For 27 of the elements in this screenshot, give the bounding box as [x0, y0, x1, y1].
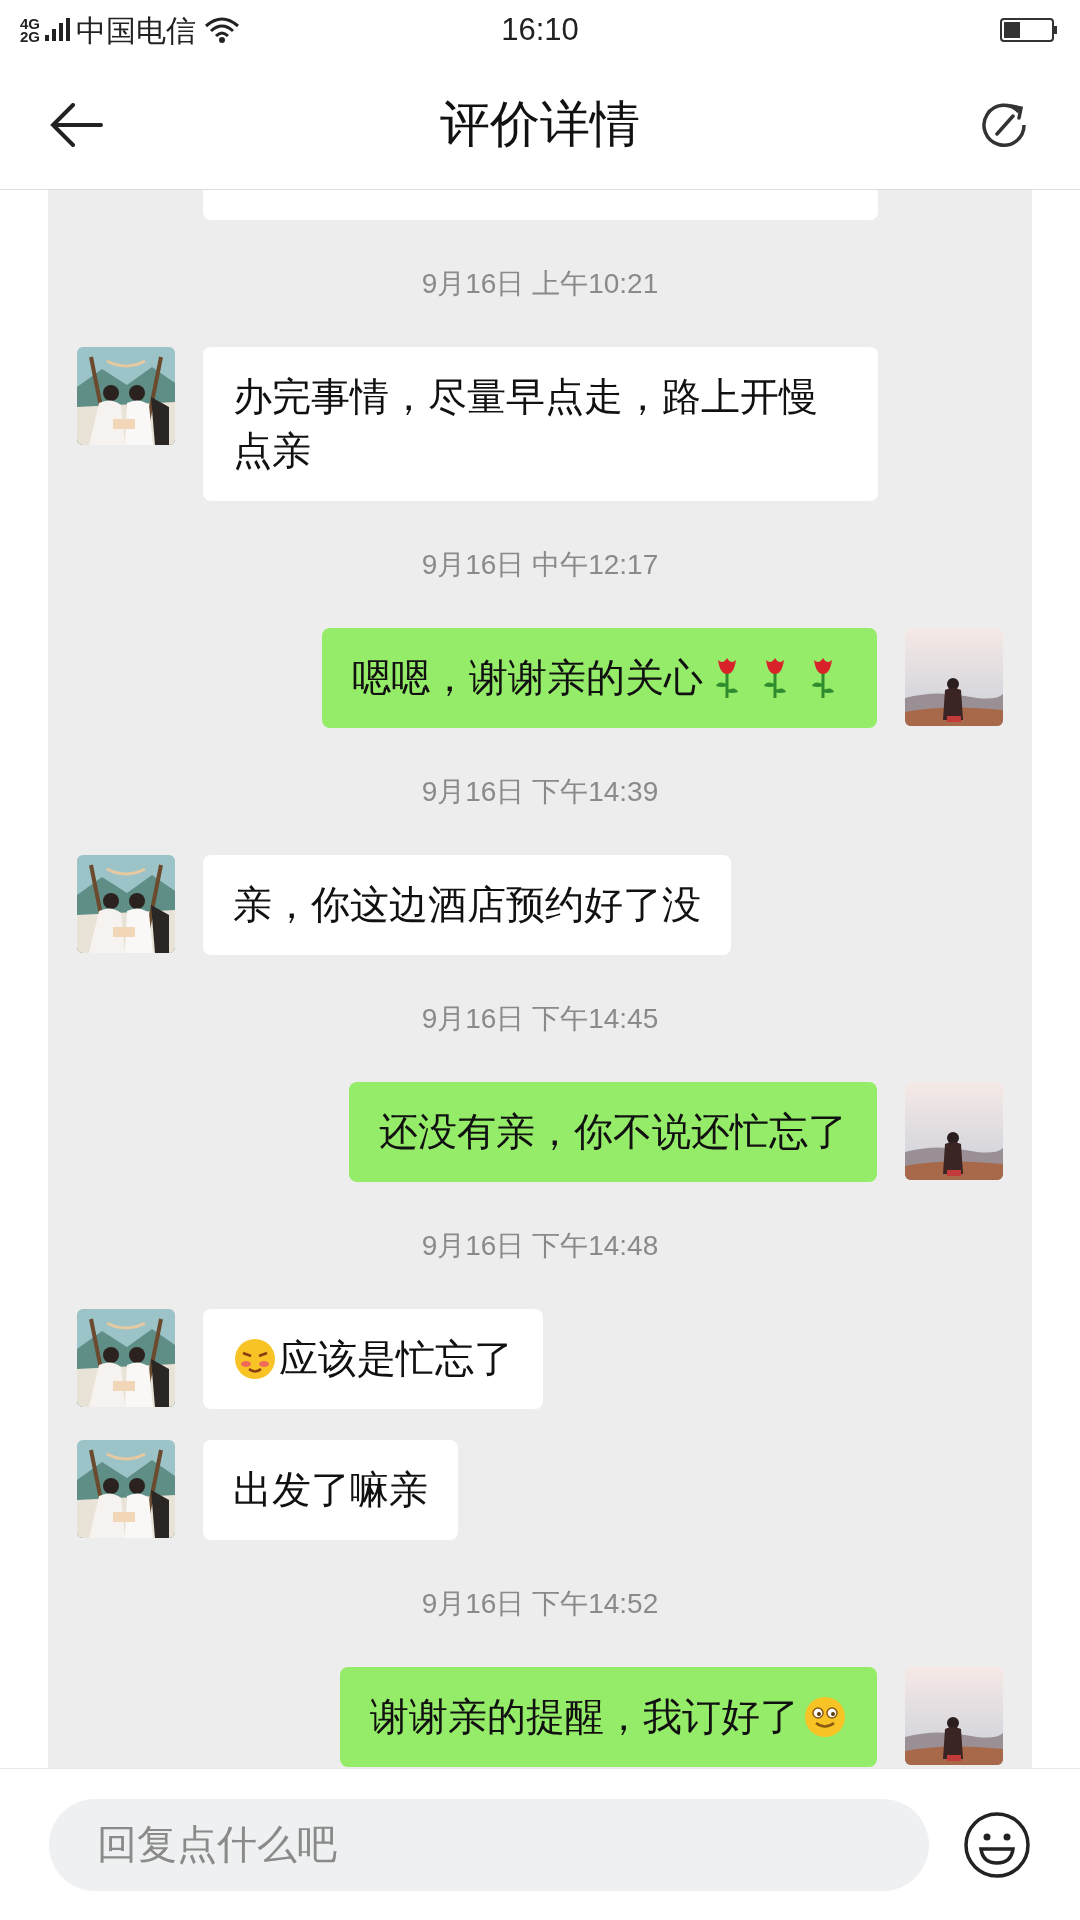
- back-arrow-icon: [49, 102, 103, 147]
- message-bubble: 应该是忙忘了: [203, 1309, 543, 1409]
- battery-icon: [1000, 17, 1058, 43]
- reply-field[interactable]: 回复点什么吧: [49, 1798, 929, 1891]
- message-bubble: 办完事情，尽量早点走，路上开慢点亲: [203, 347, 878, 501]
- page-title: 评价详情: [440, 95, 640, 154]
- emoji-icon: [233, 1337, 277, 1381]
- message-bubble: 谢谢亲的提醒，我订好了: [340, 1667, 877, 1767]
- network-label: 2G: [20, 30, 40, 43]
- clock-label: 16:10: [501, 10, 579, 49]
- signal-icon: [44, 17, 70, 43]
- timestamp: 9月16日 下午14:48: [421, 1228, 659, 1263]
- smiley-icon: [963, 1810, 1031, 1879]
- message-bubble: 嗯嗯，谢谢亲的关心: [322, 628, 877, 728]
- message-bubble: 还没有亲，你不说还忙忘了: [349, 1082, 877, 1182]
- timestamp: 9月16日 下午14:39: [421, 774, 659, 809]
- timestamp: 9月16日 下午14:52: [421, 1586, 659, 1621]
- wifi-icon: [204, 16, 240, 44]
- emoji-button[interactable]: [963, 1810, 1031, 1879]
- message-bubble: 亲，你这边酒店预约好了没: [203, 855, 731, 955]
- message-bubble: 出发了嘛亲: [203, 1440, 458, 1540]
- emoji-icon: [803, 1695, 847, 1739]
- timestamp: 9月16日 下午14:45: [421, 1001, 659, 1036]
- network-label: 4G: [20, 17, 40, 30]
- timestamp: 9月16日 中午12:17: [421, 547, 659, 582]
- timestamp: 9月16日 上午10:21: [421, 266, 659, 301]
- carrier-label: 中国电信: [76, 12, 196, 49]
